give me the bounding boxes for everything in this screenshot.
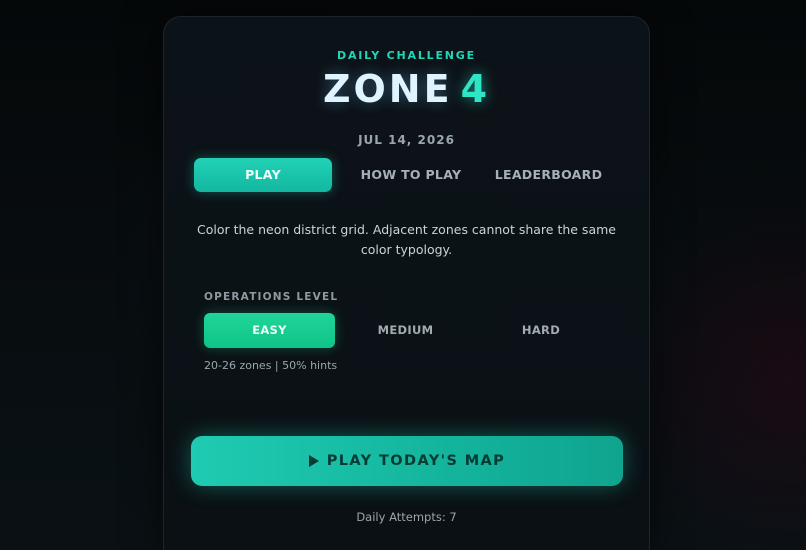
difficulty-hard-button[interactable]: HARD	[476, 313, 606, 348]
tab-bar: PLAY HOW TO PLAY LEADERBOARD	[194, 158, 624, 192]
play-todays-map-button[interactable]: PLAY TODAY'S MAP	[191, 436, 623, 486]
tab-how-to-play[interactable]: HOW TO PLAY	[346, 158, 476, 192]
play-button-label: PLAY TODAY'S MAP	[326, 453, 506, 469]
game-screen: DAILY CHALLENGE ZONE 4 JUL 14, 2026 PLAY …	[0, 0, 806, 550]
tab-leaderboard[interactable]: LEADERBOARD	[486, 158, 611, 192]
challenge-card: DAILY CHALLENGE ZONE 4 JUL 14, 2026 PLAY …	[163, 16, 650, 550]
zone-title: ZONE 4	[164, 67, 649, 111]
difficulty-medium-button[interactable]: MEDIUM	[341, 313, 470, 348]
zone-title-word: ZONE	[322, 67, 453, 111]
attempts-label: Daily Attempts:	[356, 510, 446, 524]
difficulty-hint: 20-26 zones | 50% hints	[204, 359, 338, 372]
difficulty-selector: EASY MEDIUM HARD	[204, 313, 611, 348]
difficulty-easy-button[interactable]: EASY	[204, 313, 335, 348]
operations-level-label: OPERATIONS LEVEL	[204, 291, 339, 303]
daily-challenge-label: DAILY CHALLENGE	[337, 49, 476, 62]
zone-number: 4	[460, 67, 491, 111]
play-icon	[308, 455, 319, 467]
game-description: Color the neon district grid. Adjacent z…	[197, 222, 616, 257]
challenge-date: JUL 14, 2026	[358, 133, 455, 147]
attempts-count: 7	[449, 510, 457, 524]
daily-attempts: Daily Attempts: 7	[164, 510, 649, 524]
tab-play[interactable]: PLAY	[194, 158, 332, 192]
